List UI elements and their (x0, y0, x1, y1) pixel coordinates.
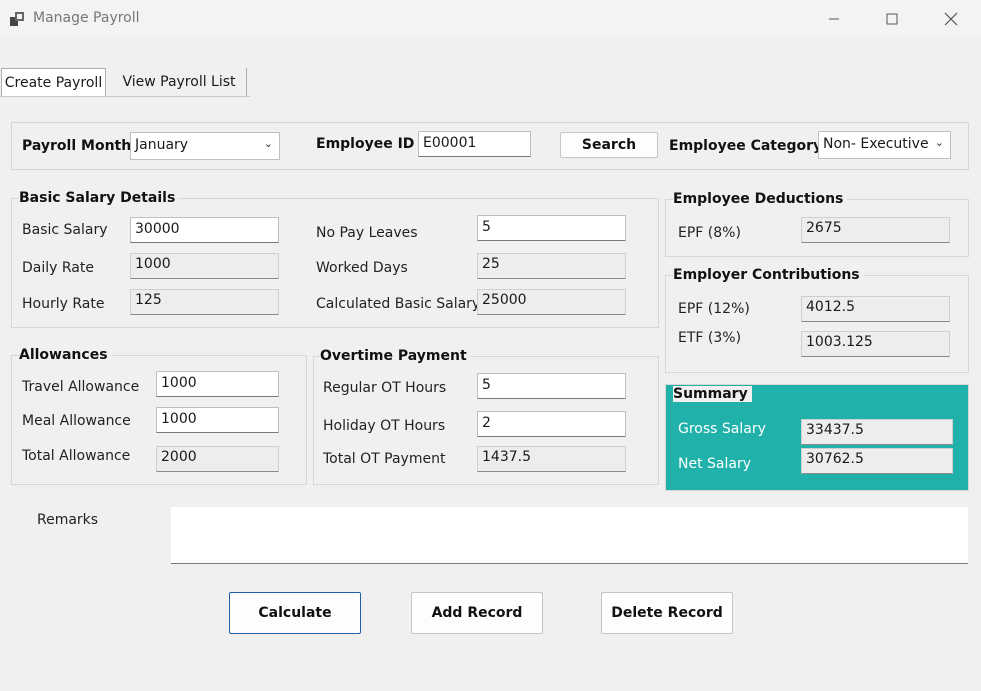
tab-view-payroll-list[interactable]: View Payroll List (112, 68, 247, 96)
search-button[interactable]: Search (560, 132, 658, 158)
holiday-ot-input[interactable]: 2 (477, 411, 626, 437)
payroll-month-label: Payroll Month (22, 138, 132, 154)
payroll-month-select[interactable]: January ⌄ (130, 132, 280, 160)
calculate-button[interactable]: Calculate (229, 592, 361, 634)
minimize-icon[interactable] (811, 0, 857, 38)
net-salary-field: 30762.5 (801, 448, 953, 474)
meal-allowance-input[interactable]: 1000 (156, 407, 279, 433)
remarks-textarea[interactable] (171, 507, 968, 564)
basic-salary-label: Basic Salary (22, 222, 108, 238)
employee-category-label: Employee Category (669, 138, 823, 154)
employee-id-input[interactable]: E00001 (418, 131, 531, 157)
chevron-down-icon: ⌄ (263, 137, 273, 150)
regular-ot-label: Regular OT Hours (323, 380, 447, 396)
maximize-icon[interactable] (869, 0, 915, 38)
employer-epf-field: 4012.5 (801, 296, 950, 322)
daily-rate-field: 1000 (130, 253, 279, 279)
employee-category-value: Non- Executive (823, 136, 929, 152)
worked-days-label: Worked Days (316, 260, 408, 276)
basic-salary-title: Basic Salary Details (19, 190, 180, 206)
employer-epf-label: EPF (12%) (678, 301, 750, 317)
daily-rate-label: Daily Rate (22, 260, 94, 276)
remarks-label: Remarks (37, 512, 99, 528)
calculated-basic-label: Calculated Basic Salary (316, 296, 481, 312)
hourly-rate-field: 125 (130, 289, 279, 315)
worked-days-field: 25 (477, 253, 626, 279)
employer-contributions-panel (665, 275, 969, 373)
calculated-basic-field: 25000 (477, 289, 626, 315)
close-icon[interactable] (928, 0, 974, 38)
app-icon (10, 12, 24, 26)
window-title: Manage Payroll (33, 10, 140, 26)
summary-title: Summary (673, 386, 752, 402)
meal-allowance-label: Meal Allowance (22, 413, 131, 429)
tab-strip-border (0, 96, 250, 97)
employee-epf-field: 2675 (801, 217, 950, 243)
chevron-down-icon: ⌄ (934, 136, 944, 149)
allowances-title: Allowances (19, 347, 112, 363)
gross-salary-field: 33437.5 (801, 419, 953, 445)
basic-salary-input[interactable]: 30000 (130, 217, 279, 243)
employee-category-select[interactable]: Non- Executive ⌄ (818, 131, 951, 159)
holiday-ot-label: Holiday OT Hours (323, 418, 446, 434)
add-record-button[interactable]: Add Record (411, 592, 543, 634)
regular-ot-input[interactable]: 5 (477, 373, 626, 399)
employee-id-label: Employee ID (316, 136, 415, 152)
overtime-title: Overtime Payment (320, 348, 471, 364)
travel-allowance-input[interactable]: 1000 (156, 371, 279, 397)
tab-create-payroll[interactable]: Create Payroll (1, 68, 106, 96)
gross-salary-label: Gross Salary (678, 421, 766, 437)
employer-contributions-title: Employer Contributions (673, 267, 864, 283)
payroll-month-value: January (135, 137, 189, 153)
net-salary-label: Net Salary (678, 456, 752, 472)
total-ot-field: 1437.5 (477, 446, 626, 472)
no-pay-leaves-label: No Pay Leaves (316, 225, 418, 241)
no-pay-leaves-input[interactable]: 5 (477, 215, 626, 241)
delete-record-button[interactable]: Delete Record (601, 592, 733, 634)
employee-epf-label: EPF (8%) (678, 225, 741, 241)
total-allowance-label: Total Allowance (22, 448, 131, 464)
total-allowance-field: 2000 (156, 446, 279, 472)
employer-etf-label: ETF (3%) (678, 330, 742, 346)
employer-etf-field: 1003.125 (801, 331, 950, 357)
travel-allowance-label: Travel Allowance (22, 379, 140, 395)
hourly-rate-label: Hourly Rate (22, 296, 105, 312)
total-ot-label: Total OT Payment (323, 451, 446, 467)
employee-deductions-title: Employee Deductions (673, 191, 848, 207)
